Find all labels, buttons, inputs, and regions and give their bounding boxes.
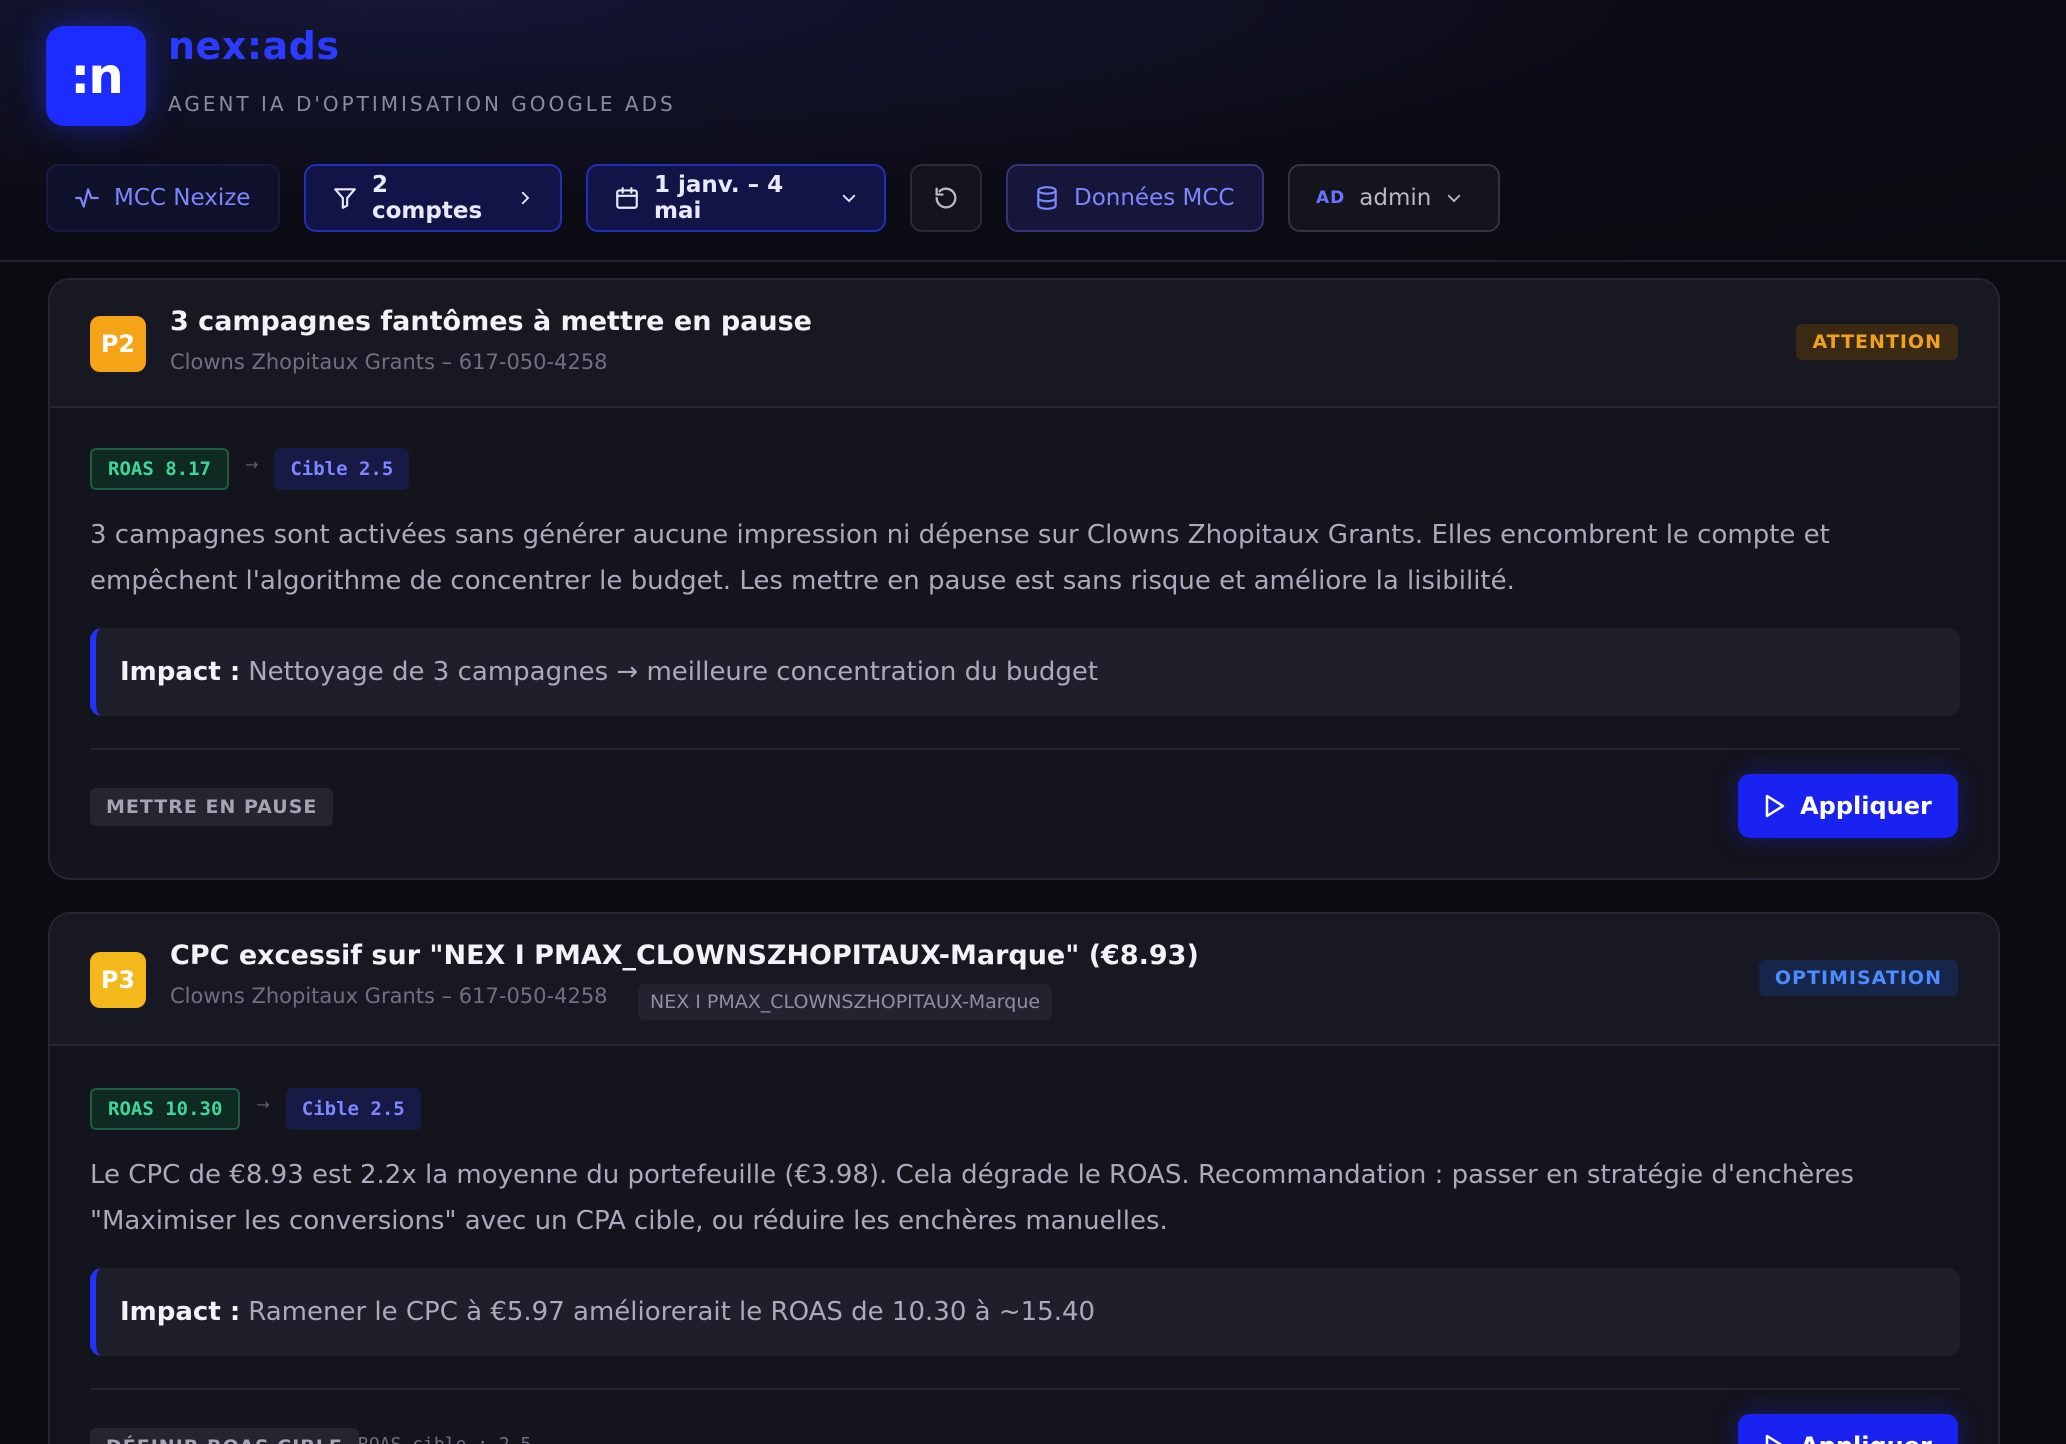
brand-tagline: AGENT IA D'OPTIMISATION GOOGLE ADS	[168, 92, 676, 116]
chevron-down-icon	[1448, 194, 1461, 203]
target-pill: Cible 2.5	[285, 1088, 421, 1130]
calendar-icon	[616, 187, 638, 209]
accounts-filter-button[interactable]: 2 comptes	[304, 164, 562, 232]
brand-name: nex:ads	[168, 24, 340, 68]
mcc-label: MCC Nexize	[114, 185, 251, 211]
recommendation-card: P2 3 campagnes fantômes à mettre en paus…	[48, 278, 2000, 880]
action-type-tag: DÉFINIR ROAS CIBLE	[90, 1428, 359, 1444]
apply-button[interactable]: Appliquer	[1738, 774, 1958, 838]
date-range-picker[interactable]: 1 janv. – 4 mai	[586, 164, 886, 232]
card-subtitle: Clowns Zhopitaux Grants – 617-050-4258	[170, 350, 608, 374]
metrics-row: ROAS 8.17 → Cible 2.5	[90, 448, 410, 490]
impact-label: Impact :	[120, 1297, 241, 1327]
card-subtitle: Clowns Zhopitaux Grants – 617-050-4258	[170, 984, 608, 1008]
action-type-tag: METTRE EN PAUSE	[90, 788, 334, 826]
card-title: CPC excessif sur "NEX I PMAX_CLOWNSZHOPI…	[170, 940, 1199, 971]
roas-pill: ROAS 8.17	[90, 448, 229, 490]
data-label: Données MCC	[1074, 185, 1235, 211]
filter-icon	[334, 188, 356, 209]
accounts-label: 2 comptes	[372, 172, 483, 224]
campaign-chip: NEX I PMAX_CLOWNSZHOPITAUX-Marque	[638, 984, 1053, 1020]
activity-icon	[75, 188, 99, 208]
metrics-row: ROAS 10.30 → Cible 2.5	[90, 1088, 421, 1130]
action-note: ROAS cible : 2.5	[358, 1434, 531, 1444]
play-icon	[1765, 1434, 1783, 1444]
impact-text: Nettoyage de 3 campagnes → meilleure con…	[248, 657, 1099, 687]
card-title: 3 campagnes fantômes à mettre en pause	[170, 306, 812, 337]
top-header: :n nex:ads AGENT IA D'OPTIMISATION GOOGL…	[0, 0, 2066, 262]
apply-label: Appliquer	[1800, 792, 1932, 820]
app-logo[interactable]: :n	[46, 26, 146, 126]
mcc-selector-button[interactable]: MCC Nexize	[46, 164, 280, 232]
status-badge: OPTIMISATION	[1758, 960, 1958, 996]
priority-badge: P2	[90, 316, 146, 372]
divider	[90, 748, 1960, 750]
app-root: :n nex:ads AGENT IA D'OPTIMISATION GOOGL…	[0, 0, 2066, 1444]
user-menu-button[interactable]: AD admin	[1288, 164, 1500, 232]
card-header: P3 CPC excessif sur "NEX I PMAX_CLOWNSZH…	[50, 914, 1998, 1046]
chevron-down-icon	[842, 194, 856, 203]
user-name: admin	[1359, 185, 1432, 211]
play-icon	[1765, 794, 1785, 818]
target-pill: Cible 2.5	[274, 448, 410, 490]
arrow-right-icon: →	[256, 1094, 270, 1114]
priority-badge: P3	[90, 952, 146, 1008]
arrow-right-icon: →	[244, 454, 259, 474]
refresh-button[interactable]	[910, 164, 982, 232]
impact-box: Impact : Nettoyage de 3 campagnes → meil…	[90, 628, 1960, 716]
card-description: Le CPC de €8.93 est 2.2x la moyenne du p…	[90, 1160, 1854, 1236]
apply-label: Appliquer	[1800, 1432, 1932, 1444]
chevron-right-icon	[521, 191, 530, 205]
divider	[90, 1388, 1960, 1390]
refresh-icon	[935, 187, 957, 209]
status-badge: ATTENTION	[1796, 324, 1958, 360]
mcc-data-button[interactable]: Données MCC	[1006, 164, 1264, 232]
card-header: P2 3 campagnes fantômes à mettre en paus…	[50, 280, 1998, 408]
impact-label: Impact :	[120, 657, 241, 687]
impact-text: Ramener le CPC à €5.97 améliorerait le R…	[248, 1297, 1096, 1327]
apply-button[interactable]: Appliquer	[1738, 1414, 1958, 1444]
date-range-label: 1 janv. – 4 mai	[654, 172, 784, 224]
user-avatar: AD	[1316, 188, 1346, 208]
roas-pill: ROAS 10.30	[90, 1088, 241, 1130]
impact-box: Impact : Ramener le CPC à €5.97 améliore…	[90, 1268, 1960, 1356]
recommendation-card: P3 CPC excessif sur "NEX I PMAX_CLOWNSZH…	[48, 912, 2000, 1444]
card-description: 3 campagnes sont activées sans générer a…	[90, 520, 1830, 596]
database-icon	[1037, 186, 1057, 210]
